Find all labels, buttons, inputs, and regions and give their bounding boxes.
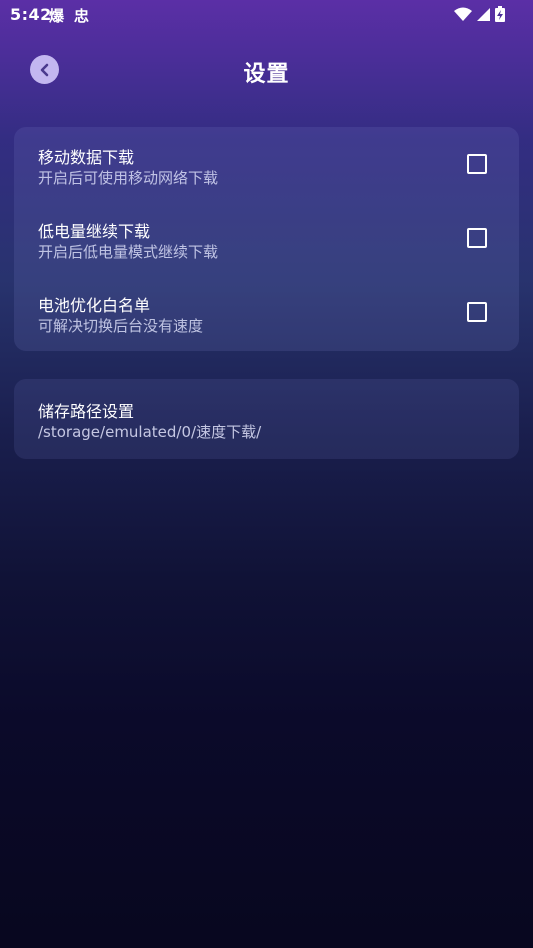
option-battery-whitelist[interactable]: 电池优化白名单 可解决切换后台没有速度	[14, 292, 519, 352]
system-status-icons	[454, 6, 505, 26]
notification-icon: 爆	[49, 7, 65, 25]
mobile-data-download-checkbox[interactable]	[467, 154, 487, 174]
notification-icon: 忠	[74, 7, 90, 25]
status-bar: 5:42 爆 忠	[0, 0, 533, 30]
battery-whitelist-checkbox[interactable]	[467, 302, 487, 322]
option-description: 开启后低电量模式继续下载	[38, 243, 219, 261]
option-low-battery-download[interactable]: 低电量继续下载 开启后低电量模式继续下载	[14, 218, 519, 278]
option-title: 电池优化白名单	[38, 296, 151, 315]
low-battery-download-checkbox[interactable]	[467, 228, 487, 248]
signal-icon	[476, 7, 491, 26]
page-title: 设置	[243, 62, 290, 87]
option-mobile-data-download[interactable]: 移动数据下载 开启后可使用移动网络下载	[14, 144, 519, 204]
option-description: 可解决切换后台没有速度	[38, 317, 204, 335]
storage-path-card[interactable]: 储存路径设置 /storage/emulated/0/速度下载/	[14, 379, 519, 459]
header: 设置	[0, 44, 533, 94]
option-description: 开启后可使用移动网络下载	[38, 169, 219, 187]
option-title: 低电量继续下载	[38, 222, 151, 241]
status-time: 5:42	[10, 5, 52, 24]
option-title: 移动数据下载	[38, 148, 135, 167]
storage-path-value: /storage/emulated/0/速度下载/	[38, 423, 262, 441]
battery-charging-icon	[495, 6, 505, 26]
download-options-card: 移动数据下载 开启后可使用移动网络下载 低电量继续下载 开启后低电量模式继续下载…	[14, 127, 519, 351]
storage-path-title: 储存路径设置	[38, 402, 135, 421]
wifi-icon	[454, 7, 472, 26]
